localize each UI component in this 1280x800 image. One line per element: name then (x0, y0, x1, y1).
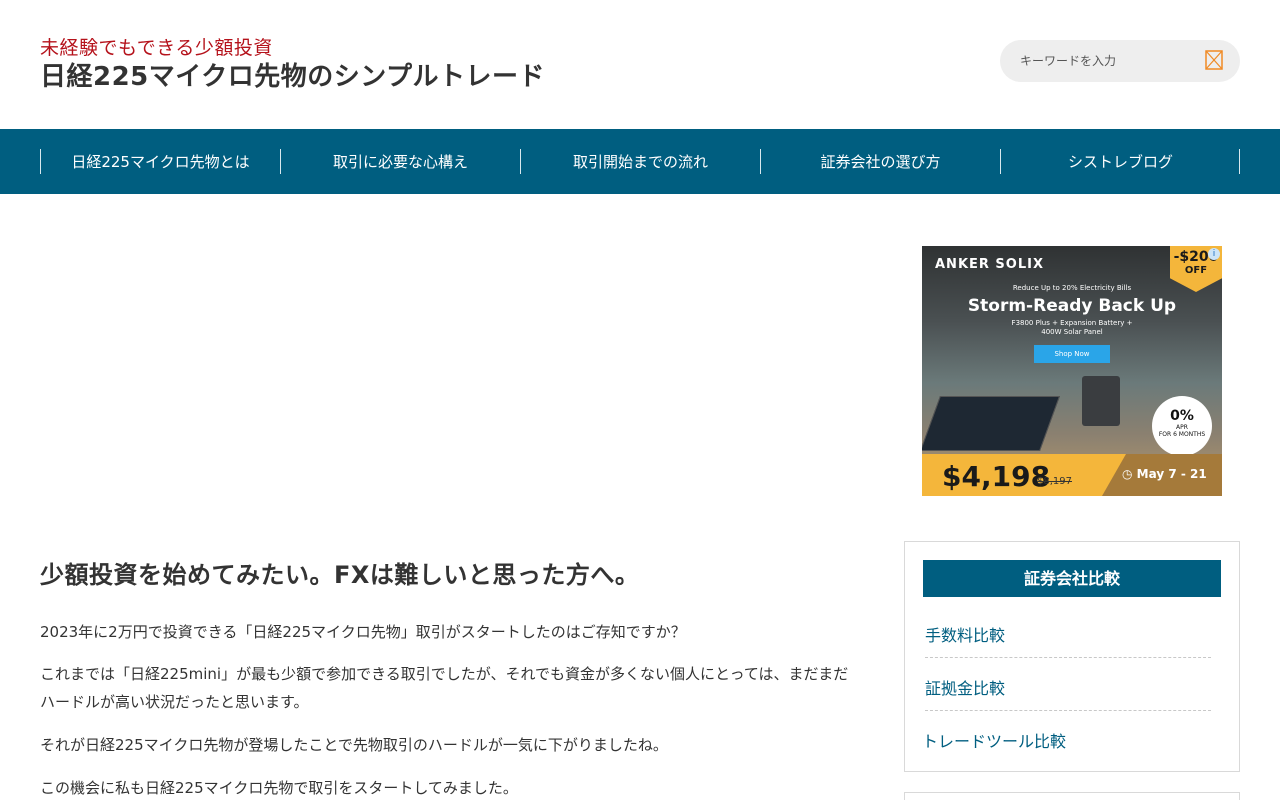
widget-divider (925, 710, 1211, 711)
search-box (1000, 40, 1240, 82)
search-input[interactable] (1020, 51, 1190, 71)
ad-description: F3800 Plus + Expansion Battery + 400W So… (1011, 319, 1133, 337)
global-nav: 日経225マイクロ先物とは 取引に必要な心構え 取引開始までの流れ 証券会社の選… (0, 129, 1280, 194)
ad-subline: Reduce Up to 20% Electricity Bills (1012, 284, 1132, 292)
widget-title: 証券会社比較 (923, 560, 1221, 597)
ad-old-price: $8,197 (1037, 476, 1072, 487)
ad-price-bar: $4,198 $8,197 ◷ May 7 - 21 (922, 454, 1222, 496)
ad-dates: ◷ May 7 - 21 (1122, 467, 1207, 481)
sidebar-link-margin[interactable]: 証拠金比較 (925, 675, 1211, 699)
nav-divider (1239, 149, 1240, 174)
ad-badge-unit: OFF (1184, 265, 1208, 277)
power-station-image (1082, 376, 1120, 426)
ad-apr-value: 0% (1170, 408, 1194, 424)
clock-icon: ◷ (1122, 467, 1137, 481)
main-heading: 少額投資を始めてみたい。FXは難しいと思った方へ。 (40, 561, 640, 589)
site-title[interactable]: 日経225マイクロ先物のシンプルトレード (40, 56, 545, 93)
advertisement-banner[interactable]: ANKER SOLIX -$200 OFF i Reduce Up to 20%… (922, 246, 1222, 496)
nav-item-mindset[interactable]: 取引に必要な心構え (280, 149, 520, 174)
sidebar-link-fees[interactable]: 手数料比較 (925, 622, 1211, 646)
nav-item-broker[interactable]: 証券会社の選び方 (760, 149, 1000, 174)
ad-apr-label: APR (1176, 424, 1188, 431)
solar-panel-image (922, 396, 1061, 451)
broker-comparison-widget: 証券会社比較 手数料比較 証拠金比較 トレードツール比較 (904, 541, 1240, 772)
sidebar-link-tools[interactable]: トレードツール比較 (922, 728, 1208, 752)
ad-brand: ANKER SOLIX (935, 257, 1044, 272)
search-icon[interactable] (1205, 50, 1223, 70)
ad-price: $4,198 (942, 460, 1051, 493)
site-header: 未経験でもできる少額投資 日経225マイクロ先物のシンプルトレード (0, 0, 1280, 129)
nav-item-flow[interactable]: 取引開始までの流れ (520, 149, 760, 174)
intro-paragraph-1: 2023年に2万円で投資できる「日経225マイクロ先物」取引がスタートしたのはご… (40, 623, 686, 641)
ad-info-icon[interactable]: i (1208, 248, 1220, 260)
intro-paragraph-3: それが日経225マイクロ先物が登場したことで先物取引のハードルが一気に下がりまし… (40, 736, 668, 754)
nav-item-blog[interactable]: シストレブログ (1000, 149, 1240, 174)
sidebar-widget-next (904, 792, 1240, 800)
ad-shop-button[interactable]: Shop Now (1034, 345, 1110, 363)
ad-dates-text: May 7 - 21 (1136, 467, 1207, 481)
intro-paragraph-4: この機会に私も日経225マイクロ先物で取引をスタートしてみました。 (40, 779, 518, 797)
intro-paragraph-2: これまでは「日経225mini」が最も少額で参加できる取引でしたが、それでも資金… (40, 665, 849, 711)
nav-item-about[interactable]: 日経225マイクロ先物とは (40, 149, 280, 174)
widget-divider (925, 657, 1211, 658)
ad-apr-term: FOR 6 MONTHS (1158, 431, 1206, 438)
ad-apr-badge: 0% APR FOR 6 MONTHS (1152, 396, 1212, 456)
ad-headline: Storm-Ready Back Up (967, 296, 1177, 316)
